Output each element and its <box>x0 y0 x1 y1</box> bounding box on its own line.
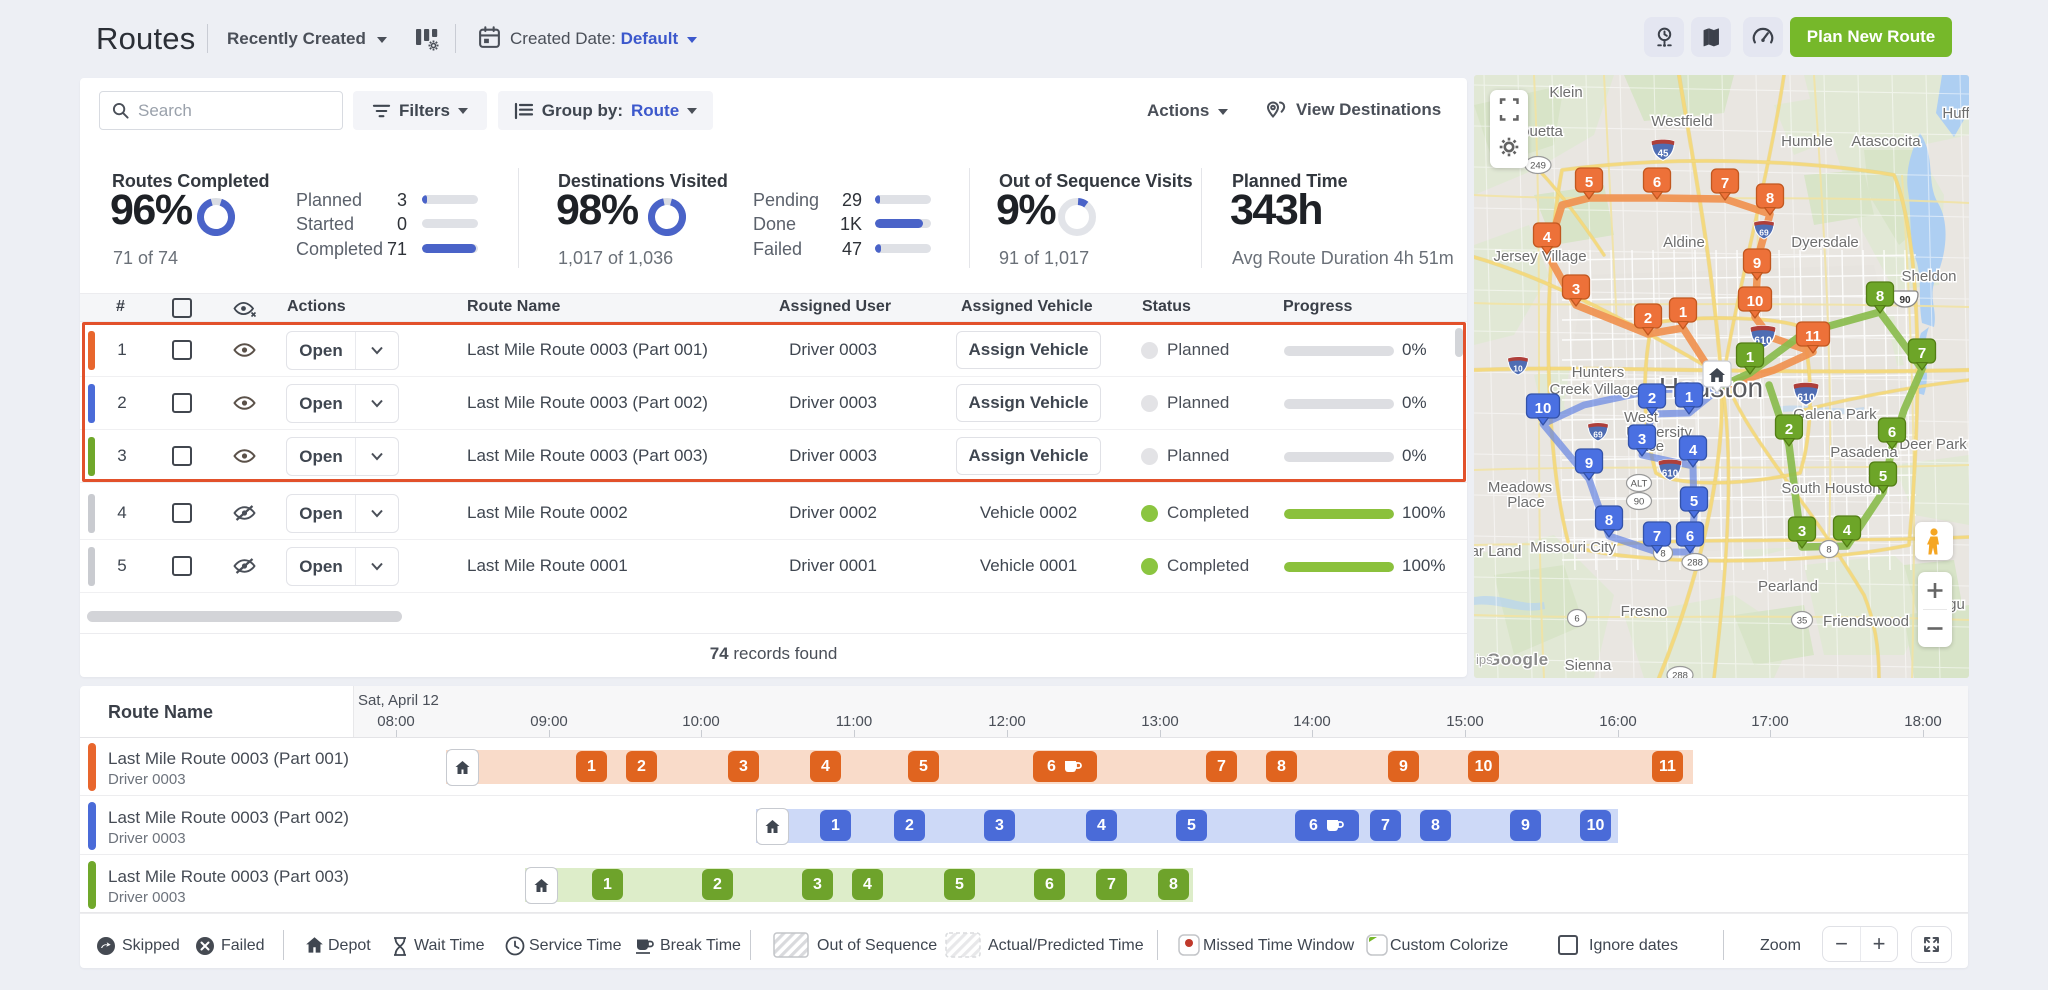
svg-text:90: 90 <box>1634 497 1645 508</box>
svg-text:10: 10 <box>1747 293 1764 310</box>
svg-text:5: 5 <box>1879 468 1887 485</box>
svg-text:2: 2 <box>1648 390 1656 407</box>
svg-text:288: 288 <box>1672 671 1688 679</box>
svg-text:4: 4 <box>1689 442 1698 459</box>
svg-text:ar Land: ar Land <box>1474 543 1521 560</box>
svg-text:Hunters: Hunters <box>1572 364 1625 381</box>
svg-text:2: 2 <box>1785 421 1793 438</box>
svg-text:4: 4 <box>1843 522 1852 539</box>
svg-text:7: 7 <box>1653 528 1661 545</box>
svg-text:ips: ips <box>1476 652 1493 667</box>
svg-text:Dyersdale: Dyersdale <box>1791 234 1859 251</box>
svg-text:Google: Google <box>1487 650 1549 669</box>
svg-text:3: 3 <box>1572 281 1580 298</box>
svg-text:8: 8 <box>1660 549 1665 560</box>
svg-text:Huff: Huff <box>1942 105 1969 122</box>
svg-text:1: 1 <box>1679 304 1687 321</box>
svg-text:South Houston: South Houston <box>1781 480 1880 497</box>
svg-text:Place: Place <box>1507 494 1545 511</box>
svg-text:6: 6 <box>1888 424 1896 441</box>
svg-text:Pearland: Pearland <box>1758 578 1818 595</box>
svg-text:2: 2 <box>1644 310 1652 327</box>
svg-text:ALT: ALT <box>1631 479 1648 490</box>
svg-text:10: 10 <box>1513 364 1523 374</box>
svg-text:Galena Park: Galena Park <box>1793 406 1877 423</box>
svg-text:8: 8 <box>1605 512 1613 529</box>
svg-text:Creek Village: Creek Village <box>1550 381 1639 398</box>
svg-text:Deer Park: Deer Park <box>1899 436 1967 453</box>
svg-text:Atascocita: Atascocita <box>1851 133 1921 150</box>
svg-text:1: 1 <box>1685 389 1693 406</box>
svg-text:69: 69 <box>1593 430 1603 440</box>
svg-text:35: 35 <box>1797 616 1808 627</box>
svg-text:Aldine: Aldine <box>1663 234 1705 251</box>
svg-text:Sheldon: Sheldon <box>1901 268 1956 285</box>
svg-text:Sienna: Sienna <box>1565 657 1612 674</box>
svg-text:Westfield: Westfield <box>1651 113 1712 130</box>
svg-text:6: 6 <box>1653 174 1661 191</box>
svg-text:Jersey Village: Jersey Village <box>1493 248 1586 265</box>
svg-text:Friendswood: Friendswood <box>1823 613 1909 630</box>
svg-text:8: 8 <box>1766 190 1774 207</box>
svg-text:3: 3 <box>1638 431 1646 448</box>
svg-text:10: 10 <box>1535 400 1552 417</box>
svg-text:6: 6 <box>1574 614 1579 625</box>
svg-text:90: 90 <box>1899 295 1911 306</box>
svg-text:3: 3 <box>1798 523 1806 540</box>
svg-text:9: 9 <box>1585 455 1593 472</box>
svg-text:Missouri City: Missouri City <box>1530 539 1616 556</box>
svg-text:9: 9 <box>1753 255 1761 272</box>
svg-text:8: 8 <box>1876 288 1884 305</box>
svg-text:Fresno: Fresno <box>1621 603 1668 620</box>
svg-text:6: 6 <box>1686 528 1694 545</box>
svg-text:7: 7 <box>1721 175 1729 192</box>
svg-text:5: 5 <box>1585 174 1593 191</box>
svg-text:11: 11 <box>1805 328 1821 345</box>
svg-text:5: 5 <box>1690 493 1698 510</box>
svg-text:45: 45 <box>1658 148 1669 159</box>
svg-text:610: 610 <box>1662 468 1679 479</box>
svg-text:288: 288 <box>1687 558 1703 569</box>
svg-text:1: 1 <box>1746 349 1754 366</box>
svg-text:Klein: Klein <box>1549 84 1582 101</box>
svg-text:249: 249 <box>1530 161 1546 172</box>
svg-text:610: 610 <box>1797 392 1815 404</box>
svg-text:Pasadena: Pasadena <box>1830 444 1898 461</box>
svg-text:8: 8 <box>1826 545 1831 556</box>
svg-text:Humble: Humble <box>1781 133 1833 150</box>
svg-text:7: 7 <box>1918 345 1926 362</box>
svg-text:4: 4 <box>1543 229 1552 246</box>
svg-text:69: 69 <box>1759 228 1769 238</box>
